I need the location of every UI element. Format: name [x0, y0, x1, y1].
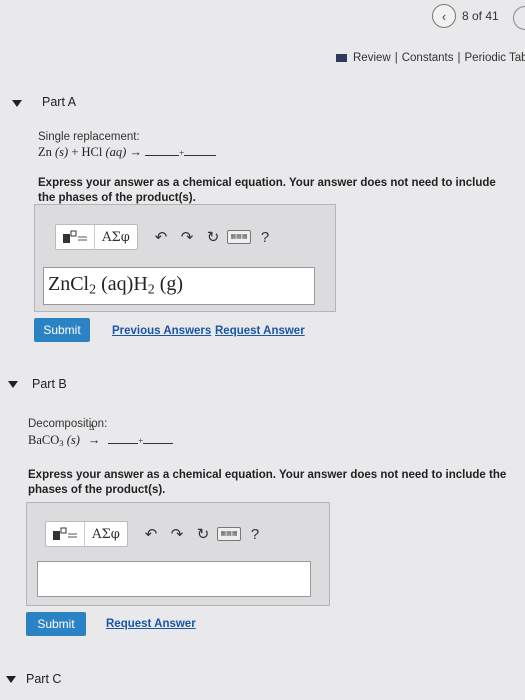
help-icon[interactable]: ? — [242, 522, 268, 546]
part-c-title[interactable]: Part C — [26, 672, 61, 686]
periodic-table-link[interactable]: Periodic Table — [465, 52, 525, 64]
reset-icon[interactable]: ↻ — [190, 522, 216, 546]
templates-icon[interactable] — [56, 225, 95, 249]
part-b-reaction-type: Decomposition: — [28, 418, 108, 430]
chevron-left-icon[interactable]: ‹ — [432, 4, 456, 28]
redo-icon[interactable]: ↷ — [164, 522, 190, 546]
part-b-submit-button[interactable]: Submit — [26, 612, 86, 636]
part-a-submit-button[interactable]: Submit — [34, 318, 90, 342]
part-a-answer-panel: ΑΣφ ↶ ↷ ↻ ▦▦▦ ? ZnCl2 (aq)H2 (g) — [34, 204, 336, 312]
part-b-request-answer-link[interactable]: Request Answer — [106, 618, 196, 630]
part-a-equation: Zn (s) + HCl (aq) → + — [38, 145, 217, 160]
greek-letters-button[interactable]: ΑΣφ — [85, 522, 127, 546]
part-a-request-answer-link[interactable]: Request Answer — [215, 325, 305, 337]
redo-icon[interactable]: ↷ — [174, 225, 200, 249]
part-a-title[interactable]: Part A — [42, 95, 76, 109]
keyboard-icon[interactable]: ▦▦▦ — [216, 522, 242, 546]
pager: ‹ 8 of 41 — [432, 4, 499, 28]
constants-link[interactable]: Constants — [402, 52, 454, 64]
reset-icon[interactable]: ↻ — [200, 225, 226, 249]
part-a-template-group: ΑΣφ — [55, 224, 138, 250]
next-button[interactable] — [513, 6, 525, 30]
part-b-instruction: Express your answer as a chemical equati… — [28, 469, 507, 496]
part-a-previous-answers-link[interactable]: Previous Answers — [112, 325, 211, 337]
header-links: Review | Constants | Periodic Table — [336, 52, 525, 64]
part-a-answer-text: ZnCl2 (aq)H2 (g) — [48, 273, 184, 298]
collapse-part-c-icon[interactable] — [6, 676, 16, 683]
part-a-reaction-type: Single replacement: — [38, 131, 140, 143]
part-b-equation: BaCO3 (s) Δ → + — [28, 423, 174, 448]
part-a-toolbar: ΑΣφ ↶ ↷ ↻ ▦▦▦ ? — [55, 224, 278, 250]
greek-letters-button[interactable]: ΑΣφ — [95, 225, 137, 249]
part-a-answer-field[interactable]: ZnCl2 (aq)H2 (g) — [43, 267, 315, 305]
collapse-part-a-icon[interactable] — [12, 100, 22, 107]
undo-icon[interactable]: ↶ — [138, 522, 164, 546]
pager-text: 8 of 41 — [462, 9, 499, 23]
templates-icon[interactable] — [46, 522, 85, 546]
part-b-answer-field[interactable] — [37, 561, 311, 597]
part-a-instruction: Express your answer as a chemical equati… — [38, 177, 496, 204]
review-link[interactable]: Review — [353, 52, 391, 64]
part-b-title[interactable]: Part B — [32, 377, 67, 391]
help-icon[interactable]: ? — [252, 225, 278, 249]
part-b-toolbar: ΑΣφ ↶ ↷ ↻ ▦▦▦ ? — [45, 521, 268, 547]
collapse-part-b-icon[interactable] — [8, 381, 18, 388]
part-b-answer-panel: ΑΣφ ↶ ↷ ↻ ▦▦▦ ? — [26, 502, 330, 606]
review-icon — [336, 54, 347, 62]
part-b-template-group: ΑΣφ — [45, 521, 128, 547]
undo-icon[interactable]: ↶ — [148, 225, 174, 249]
keyboard-icon[interactable]: ▦▦▦ — [226, 225, 252, 249]
